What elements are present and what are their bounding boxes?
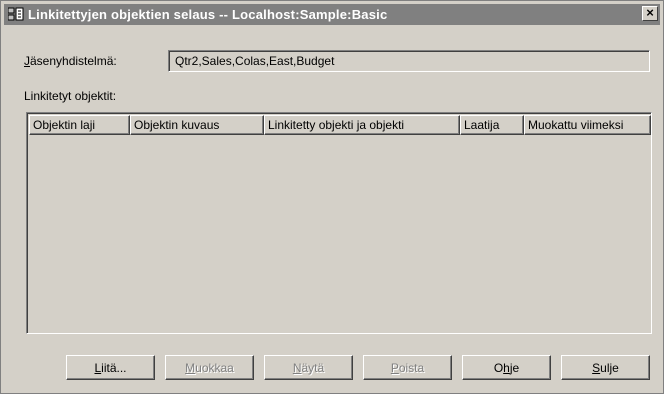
linked-objects-list[interactable]: Objektin laji Objektin kuvaus Linkitetty… [26, 112, 652, 334]
delete-button[interactable]: Poista [363, 355, 452, 380]
close-dialog-button-label: Sulje [592, 361, 619, 375]
help-button[interactable]: Ohje [462, 355, 551, 380]
edit-button-label: Muokkaa [185, 361, 234, 375]
member-combination-label-text: äsenyhdistelmä: [30, 54, 117, 68]
member-combination-field: Qtr2,Sales,Colas,East,Budget [168, 50, 650, 72]
attach-button-label: Liitä... [94, 361, 127, 375]
column-header-author[interactable]: Laatija [460, 115, 524, 135]
delete-button-label: Poista [390, 361, 425, 375]
edit-button[interactable]: Muokkaa [165, 355, 254, 380]
close-button[interactable]: × [642, 6, 658, 21]
help-button-label: Ohje [493, 361, 520, 375]
window-title: Linkitettyjen objektien selaus -- Localh… [28, 7, 388, 22]
list-header: Objektin laji Objektin kuvaus Linkitetty… [29, 115, 651, 135]
title-bar[interactable]: Linkitettyjen objektien selaus -- Localh… [4, 4, 660, 25]
view-button[interactable]: Näytä [264, 355, 353, 380]
member-combination-label: Jäsenyhdistelmä: [24, 54, 117, 68]
view-button-label: Näytä [292, 361, 325, 375]
attach-button[interactable]: Liitä... [66, 355, 155, 380]
column-header-object-type[interactable]: Objektin laji [29, 115, 130, 135]
column-header-object-description[interactable]: Objektin kuvaus [130, 115, 264, 135]
dialog-window: Linkitettyjen objektien selaus -- Localh… [0, 0, 664, 394]
linked-objects-label: Linkitetyt objektit: [24, 89, 117, 103]
column-header-linked-object[interactable]: Linkitetty objekti ja objekti [264, 115, 460, 135]
column-header-last-modified[interactable]: Muokattu viimeksi [524, 115, 651, 135]
close-dialog-button[interactable]: Sulje [561, 355, 650, 380]
linked-objects-icon [8, 7, 24, 21]
